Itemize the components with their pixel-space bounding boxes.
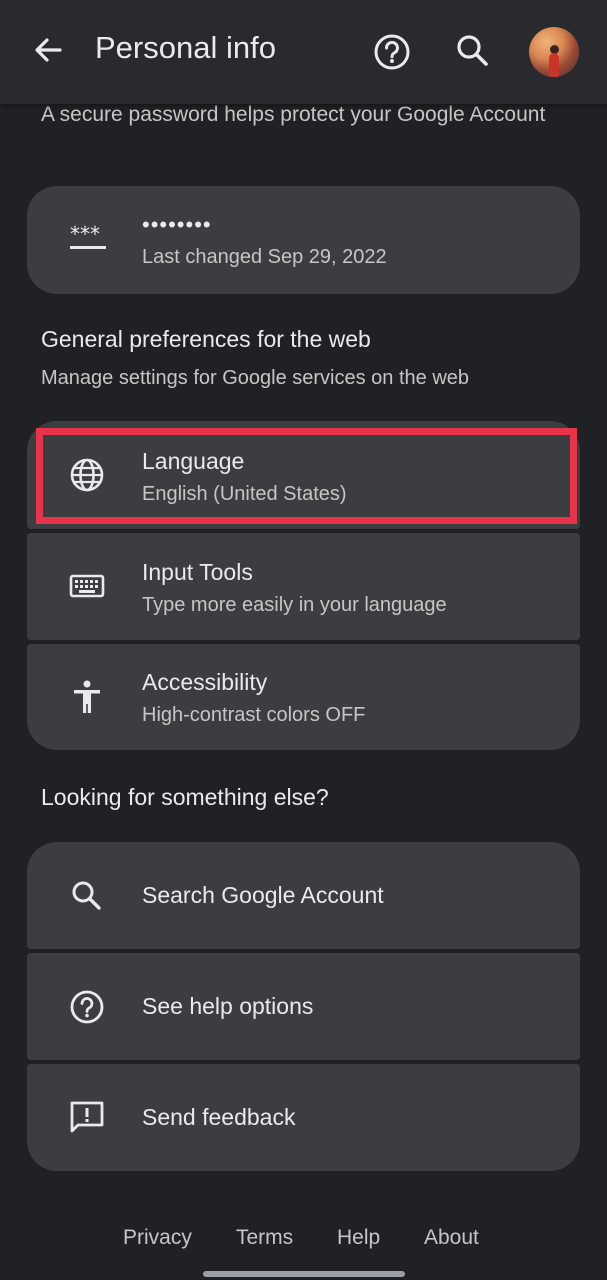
back-arrow-icon[interactable] — [28, 30, 68, 70]
avatar-figure — [549, 53, 559, 77]
preferences-section-subtitle: Manage settings for Google services on t… — [41, 367, 470, 389]
search-account-row[interactable]: Search Google Account — [27, 842, 580, 949]
page-title: Personal info — [95, 30, 276, 65]
help-circle-icon — [70, 990, 104, 1024]
help-icon[interactable] — [370, 30, 414, 74]
svg-text:***: *** — [70, 222, 100, 246]
footer-help-link[interactable]: Help — [337, 1226, 380, 1250]
input-tools-label: Input Tools — [142, 559, 253, 585]
help-options-row[interactable]: See help options — [27, 953, 580, 1060]
password-last-changed: Last changed Sep 29, 2022 — [142, 246, 387, 268]
password-card[interactable]: *** •••••••• Last changed Sep 29, 2022 — [27, 186, 580, 294]
feedback-icon — [70, 1101, 104, 1133]
accessibility-value: High-contrast colors OFF — [142, 704, 366, 726]
account-avatar[interactable] — [529, 27, 579, 77]
top-app-bar: Personal info — [0, 0, 607, 104]
help-options-label: See help options — [142, 993, 314, 1019]
input-tools-row[interactable]: Input Tools Type more easily in your lan… — [27, 533, 580, 640]
home-indicator[interactable] — [203, 1271, 405, 1277]
footer-about-link[interactable]: About — [424, 1226, 479, 1250]
accessibility-row[interactable]: Accessibility High-contrast colors OFF — [27, 644, 580, 750]
accessibility-icon — [74, 680, 100, 713]
footer-privacy-link[interactable]: Privacy — [123, 1226, 192, 1250]
keyboard-icon — [69, 574, 105, 598]
send-feedback-label: Send feedback — [142, 1104, 296, 1130]
send-feedback-row[interactable]: Send feedback — [27, 1064, 580, 1171]
search-account-label: Search Google Account — [142, 882, 384, 908]
search-icon — [72, 881, 101, 910]
input-tools-value: Type more easily in your language — [142, 594, 447, 616]
password-intro-text: A secure password helps protect your Goo… — [41, 103, 546, 126]
accessibility-label: Accessibility — [142, 669, 268, 695]
more-section-title: Looking for something else? — [41, 784, 329, 810]
highlight-box — [36, 428, 577, 524]
password-masked-value: •••••••• — [142, 212, 212, 237]
footer-terms-link[interactable]: Terms — [236, 1226, 293, 1250]
search-icon[interactable] — [452, 30, 494, 72]
preferences-section-title: General preferences for the web — [41, 326, 371, 352]
password-icon: *** — [70, 222, 106, 249]
